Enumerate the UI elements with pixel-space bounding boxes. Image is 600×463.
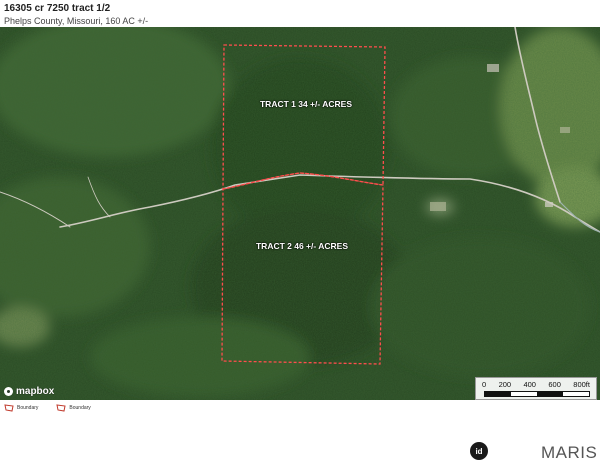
scale-tick: 800ft bbox=[573, 380, 590, 389]
tree-texture bbox=[0, 27, 600, 400]
map-header: 16305 cr 7250 tract 1/2 Phelps County, M… bbox=[4, 2, 594, 27]
tract-2-label: TRACT 2 46 +/- ACRES bbox=[255, 241, 349, 251]
legend-label: Boundary bbox=[17, 405, 39, 411]
scale-tick: 0 bbox=[482, 380, 487, 389]
scale-bar: 0 200 400 600 800ft bbox=[475, 377, 597, 400]
id-badge-icon: id bbox=[470, 442, 488, 460]
boundary-swatch-icon bbox=[4, 404, 14, 412]
listing-subtitle: Phelps County, Missouri, 160 AC +/- bbox=[4, 16, 149, 26]
legend-item: Boundary bbox=[4, 404, 38, 412]
legend-label: Boundary bbox=[69, 405, 91, 411]
boundary-swatch-icon bbox=[56, 404, 67, 412]
map-legend: Boundary Boundary bbox=[4, 404, 91, 412]
mapbox-logo-icon bbox=[4, 386, 13, 396]
footer-disclaimer bbox=[492, 442, 540, 460]
scale-tick: 200 bbox=[498, 380, 512, 389]
listing-title: 16305 cr 7250 tract 1/2 bbox=[4, 3, 111, 14]
maris-logo: MARIS bbox=[541, 443, 598, 462]
legend-item: Boundary bbox=[56, 404, 91, 412]
satellite-map[interactable]: TRACT 1 34 +/- ACRES TRACT 2 46 +/- ACRE… bbox=[0, 27, 600, 400]
scale-tick: 400 bbox=[523, 380, 536, 389]
scale-tick: 600 bbox=[548, 380, 561, 389]
scale-bar-segments bbox=[484, 391, 590, 397]
mapbox-wordmark: mapbox bbox=[16, 385, 55, 397]
mapbox-attribution[interactable]: mapbox bbox=[4, 384, 54, 398]
tract-1-label: TRACT 1 34 +/- ACRES bbox=[259, 99, 353, 109]
map-canvas bbox=[0, 27, 600, 400]
